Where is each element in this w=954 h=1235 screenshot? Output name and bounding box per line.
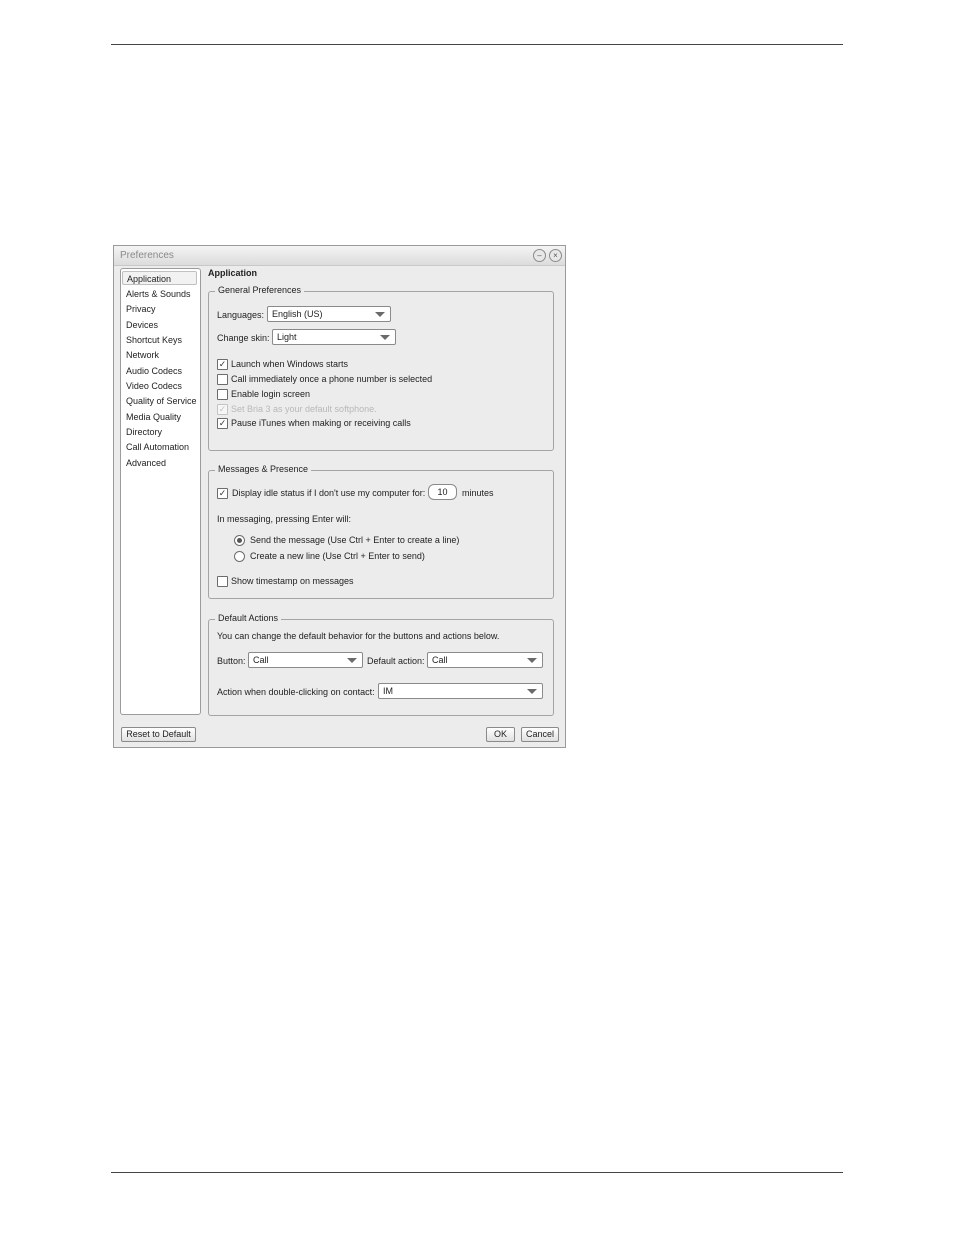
enter-behavior-label: In messaging, pressing Enter will: xyxy=(217,514,352,524)
idle-status-checkbox[interactable]: ✓ xyxy=(217,488,228,499)
default-softphone-label: Set Bria 3 as your default softphone. xyxy=(231,404,377,414)
idle-status-label: Display idle status if I don't use my co… xyxy=(232,488,426,498)
call-immediately-checkbox[interactable] xyxy=(217,374,228,385)
timestamp-label: Show timestamp on messages xyxy=(231,576,354,586)
sidebar-item-audio-codecs[interactable]: Audio Codecs xyxy=(126,366,182,376)
reset-to-default-button[interactable]: Reset to Default xyxy=(121,727,196,742)
languages-value: English (US) xyxy=(272,309,323,319)
sidebar-item-media-quality[interactable]: Media Quality xyxy=(126,412,181,422)
skin-label: Change skin: xyxy=(217,333,270,343)
chevron-down-icon xyxy=(527,658,537,663)
double-click-select[interactable]: IM xyxy=(378,683,543,699)
general-preferences-group: General Preferences Languages: English (… xyxy=(208,285,554,451)
idle-minutes-unit: minutes xyxy=(462,488,494,498)
pause-itunes-label: Pause iTunes when making or receiving ca… xyxy=(231,418,411,428)
page-top-rule xyxy=(111,44,843,45)
chevron-down-icon xyxy=(527,689,537,694)
window-title: Preferences xyxy=(120,250,174,261)
button-select[interactable]: Call xyxy=(248,652,363,668)
sidebar-item-alerts-sounds[interactable]: Alerts & Sounds xyxy=(126,289,191,299)
cancel-button[interactable]: Cancel xyxy=(521,727,559,742)
preferences-dialog: Preferences – × Application Alerts & Sou… xyxy=(113,245,566,748)
chevron-down-icon xyxy=(375,312,385,317)
send-message-radio[interactable] xyxy=(234,535,245,546)
general-preferences-title: General Preferences xyxy=(215,285,305,295)
default-action-label: Default action: xyxy=(367,656,425,666)
sidebar-item-network[interactable]: Network xyxy=(126,350,159,360)
launch-windows-label: Launch when Windows starts xyxy=(231,359,349,369)
new-line-radio[interactable] xyxy=(234,551,245,562)
sidebar-item-directory[interactable]: Directory xyxy=(126,427,162,437)
preferences-sidebar: Application Alerts & Sounds Privacy Devi… xyxy=(120,268,201,715)
default-action-select[interactable]: Call xyxy=(427,652,543,668)
sidebar-item-privacy[interactable]: Privacy xyxy=(126,304,156,314)
sidebar-item-quality-of-service[interactable]: Quality of Service xyxy=(126,396,197,406)
ok-button[interactable]: OK xyxy=(486,727,515,742)
call-immediately-label: Call immediately once a phone number is … xyxy=(231,374,433,384)
sidebar-item-call-automation[interactable]: Call Automation xyxy=(126,442,189,452)
sidebar-item-shortcut-keys[interactable]: Shortcut Keys xyxy=(126,335,182,345)
new-line-label: Create a new line (Use Ctrl + Enter to s… xyxy=(250,551,425,561)
default-softphone-checkbox: ✓ xyxy=(217,404,228,415)
sidebar-item-devices[interactable]: Devices xyxy=(126,320,158,330)
close-icon[interactable]: × xyxy=(549,249,562,262)
sidebar-item-application[interactable]: Application xyxy=(122,271,197,285)
default-actions-description: You can change the default behavior for … xyxy=(217,631,500,641)
sidebar-item-advanced[interactable]: Advanced xyxy=(126,458,166,468)
login-screen-checkbox[interactable] xyxy=(217,389,228,400)
send-message-label: Send the message (Use Ctrl + Enter to cr… xyxy=(250,535,460,545)
skin-value: Light xyxy=(277,332,297,342)
default-actions-group: Default Actions You can change the defau… xyxy=(208,613,554,716)
chevron-down-icon xyxy=(380,335,390,340)
double-click-label: Action when double-clicking on contact: xyxy=(217,687,375,697)
sidebar-item-video-codecs[interactable]: Video Codecs xyxy=(126,381,182,391)
double-click-value: IM xyxy=(383,686,393,696)
timestamp-checkbox[interactable] xyxy=(217,576,228,587)
languages-label: Languages: xyxy=(217,310,265,320)
page-title: Application xyxy=(208,268,257,278)
title-bar[interactable]: Preferences – × xyxy=(114,246,565,266)
default-actions-title: Default Actions xyxy=(215,613,282,623)
button-value: Call xyxy=(253,655,269,665)
launch-windows-checkbox[interactable]: ✓ xyxy=(217,359,228,370)
default-action-value: Call xyxy=(432,655,448,665)
languages-select[interactable]: English (US) xyxy=(267,306,391,322)
radio-selected-dot xyxy=(237,538,242,543)
messages-presence-title: Messages & Presence xyxy=(215,464,312,474)
chevron-down-icon xyxy=(347,658,357,663)
idle-minutes-input[interactable]: 10 xyxy=(428,484,457,500)
messages-presence-group: Messages & Presence ✓ Display idle statu… xyxy=(208,464,554,599)
minimize-icon[interactable]: – xyxy=(533,249,546,262)
page-bottom-rule xyxy=(111,1172,843,1173)
skin-select[interactable]: Light xyxy=(272,329,396,345)
button-label: Button: xyxy=(217,656,246,666)
pause-itunes-checkbox[interactable]: ✓ xyxy=(217,418,228,429)
login-screen-label: Enable login screen xyxy=(231,389,311,399)
